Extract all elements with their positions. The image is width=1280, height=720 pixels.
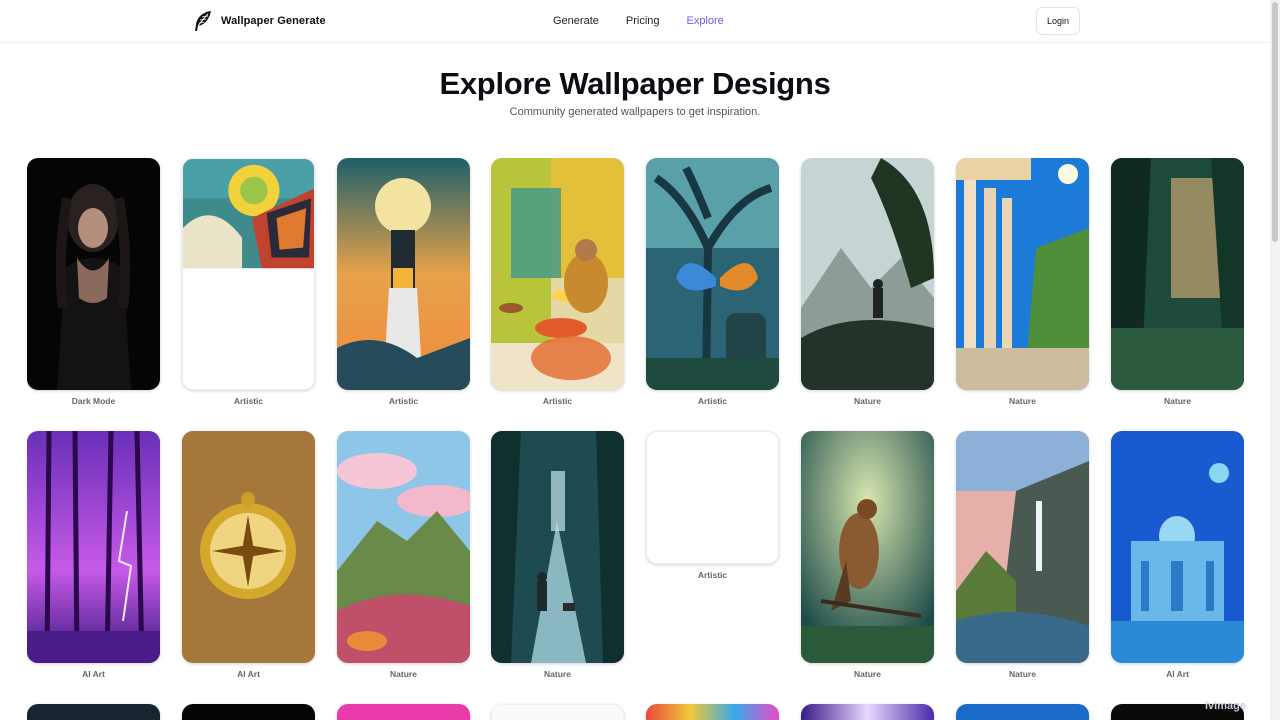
- card-category-label: Artistic: [233, 396, 264, 406]
- card-category-label: Artistic: [388, 396, 419, 406]
- card-category-label: Nature: [1164, 396, 1191, 406]
- wallpaper-card[interactable]: AI Art: [182, 431, 315, 679]
- wallpaper-card[interactable]: Nature: [801, 431, 934, 679]
- wallpaper-card[interactable]: Artistic: [182, 158, 315, 406]
- black-wallpaper-image: [182, 704, 315, 720]
- blue-wallpaper-image: [956, 704, 1089, 720]
- brand-name: Wallpaper Generate: [221, 15, 326, 27]
- wallpaper-card[interactable]: Nature: [801, 158, 934, 406]
- card-category-label: Nature: [390, 669, 417, 679]
- card-category-label: Nature: [854, 669, 881, 679]
- hawk-on-branch-image: [801, 431, 934, 663]
- top-nav-bar: Wallpaper Generate Generate Pricing Expl…: [0, 0, 1270, 43]
- card-category-label: Nature: [1009, 396, 1036, 406]
- wallpaper-card[interactable]: Nature: [956, 158, 1089, 406]
- greek-columns-image: [956, 158, 1089, 390]
- wallpaper-card[interactable]: [491, 704, 624, 720]
- aztec-sun-art-image: [182, 158, 315, 390]
- card-category-label: AI Art: [237, 669, 260, 679]
- rainbow-wallpaper-image: [646, 704, 779, 720]
- pink-cloud-landscape-image: [337, 431, 470, 663]
- purple-forest-lightning-image: [27, 431, 160, 663]
- wallpaper-card[interactable]: [646, 704, 779, 720]
- hiker-mountains-image: [801, 158, 934, 390]
- waterfall-valley-image: [956, 431, 1089, 663]
- page-scrollbar[interactable]: [1270, 0, 1280, 720]
- forest-path-walker-image: [491, 431, 624, 663]
- golden-compass-image: [182, 431, 315, 663]
- nav-generate[interactable]: Generate: [553, 15, 599, 27]
- brand-link[interactable]: Wallpaper Generate: [193, 10, 326, 32]
- wallpaper-card[interactable]: Artistic: [646, 158, 779, 406]
- card-category-label: AI Art: [82, 669, 105, 679]
- wallpaper-card[interactable]: Artistic: [491, 158, 624, 406]
- dark-woman-portrait-image: [27, 158, 160, 390]
- nav-pricing[interactable]: Pricing: [626, 15, 660, 27]
- wallpaper-card[interactable]: Artistic: [646, 431, 779, 580]
- blank-image: [646, 431, 779, 564]
- blue-palace-image: [1111, 431, 1244, 663]
- login-button[interactable]: Login: [1036, 7, 1080, 35]
- card-category-label: Nature: [1009, 669, 1036, 679]
- wallpaper-grid: Dark Mode Artistic Artistic Artistic Art…: [27, 158, 1244, 720]
- white-wallpaper-image: [491, 704, 624, 720]
- wallpaper-card[interactable]: Dark Mode: [27, 158, 160, 406]
- page-title: Explore Wallpaper Designs: [439, 66, 831, 101]
- pink-wallpaper-image: [337, 704, 470, 720]
- page-subtitle: Community generated wallpapers to get in…: [509, 106, 761, 118]
- card-category-label: Dark Mode: [71, 396, 116, 406]
- wallpaper-card[interactable]: Nature: [337, 431, 470, 679]
- wallpaper-card[interactable]: [337, 704, 470, 720]
- card-category-label: Artistic: [542, 396, 573, 406]
- wallpaper-card[interactable]: [27, 704, 160, 720]
- card-category-label: Nature: [544, 669, 571, 679]
- watermark: ivImage: [1205, 700, 1246, 712]
- wallpaper-card[interactable]: Nature: [956, 431, 1089, 679]
- violet-glow-image: [801, 704, 934, 720]
- main-nav: Generate Pricing Explore: [553, 15, 724, 27]
- wallpaper-card[interactable]: AI Art: [1111, 431, 1244, 679]
- wallpaper-card[interactable]: [182, 704, 315, 720]
- wallpaper-card[interactable]: [956, 704, 1089, 720]
- card-category-label: Artistic: [697, 396, 728, 406]
- lighthouse-moon-image: [337, 158, 470, 390]
- card-category-label: Nature: [854, 396, 881, 406]
- wallpaper-card[interactable]: Artistic: [337, 158, 470, 406]
- dark-storm-image: [27, 704, 160, 720]
- forest-light-image: [1111, 158, 1244, 390]
- wallpaper-card[interactable]: Nature: [491, 431, 624, 679]
- meditating-sage-image: [491, 158, 624, 390]
- feather-logo-icon: [195, 11, 211, 31]
- scrollbar-thumb[interactable]: [1272, 2, 1278, 242]
- card-category-label: Artistic: [697, 570, 728, 580]
- wallpaper-card[interactable]: Nature: [1111, 158, 1244, 406]
- butterfly-tree-image: [646, 158, 779, 390]
- nav-explore[interactable]: Explore: [687, 15, 724, 27]
- card-category-label: AI Art: [1166, 669, 1189, 679]
- wallpaper-card[interactable]: AI Art: [27, 431, 160, 679]
- wallpaper-card[interactable]: [801, 704, 934, 720]
